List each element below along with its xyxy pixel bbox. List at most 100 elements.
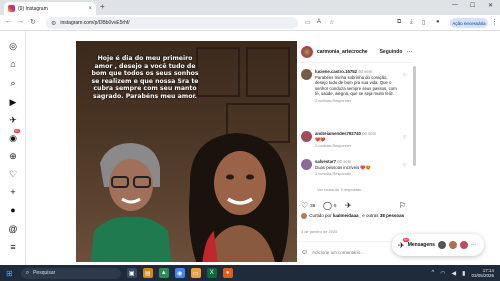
comment-username[interactable]: salvestar7 [315, 159, 336, 164]
author-username[interactable]: carmonia_artecroche [317, 49, 368, 55]
liker-username[interactable]: lualmeidaaa_ [333, 213, 361, 218]
site-info-icon[interactable]: ⚙ [51, 20, 56, 27]
firefox-icon[interactable]: ● [222, 268, 233, 278]
forward-arrow-icon[interactable]: → [17, 18, 24, 25]
comment-meta[interactable]: 2 curtidas Responder [315, 99, 399, 105]
window-minimize-button[interactable]: — [452, 2, 458, 8]
bookmark-star-icon[interactable]: ☆ [329, 19, 334, 26]
instagram-logo-icon[interactable]: ◎ [8, 41, 18, 51]
post-options-icon[interactable]: ··· [406, 49, 412, 55]
more-conversations-icon: ··· [470, 242, 476, 248]
emoji-icon[interactable]: ☺ [301, 249, 308, 256]
comments-list: luciene.castro.16752 60 sem Parabéns min… [297, 65, 409, 215]
comment-action[interactable]: ◯ 5 [323, 201, 336, 210]
comment-item: luciene.castro.16752 60 sem Parabéns min… [301, 69, 407, 129]
comment-text: Parabéns minha sobrinha do coração, dese… [315, 74, 397, 97]
explore-icon[interactable]: ◉ [8, 133, 18, 143]
like-action[interactable]: ♡ 39 [301, 201, 315, 210]
system-tray: ^ ◠ ◀ ▮ 17:14 03/05/2026 [431, 268, 494, 279]
chrome-icon[interactable]: ◉ [174, 268, 185, 278]
profile-avatar-icon[interactable]: ● [8, 205, 18, 215]
commenter-avatar[interactable] [301, 131, 312, 142]
taskbar-search-label: Pesquisar [33, 270, 56, 276]
back-arrow-icon[interactable]: ← [5, 18, 12, 25]
create-plus-icon[interactable]: + [8, 187, 18, 197]
comment-input[interactable] [312, 249, 393, 255]
warning-app-icon[interactable]: ▲ [158, 268, 169, 278]
windows-start-icon[interactable]: ⊞ [6, 269, 13, 278]
messages-count-badge: 9+ [403, 237, 409, 242]
liker-avatar [301, 213, 307, 219]
heart-icon[interactable]: ♡ [301, 201, 308, 210]
compass-icon[interactable]: ⊕ [8, 151, 18, 161]
view-replies-link[interactable]: Ver todas as 3 respostas [317, 187, 361, 192]
comment-item: salvestar7 60 sem Duas pessoas incríveis… [301, 159, 407, 185]
like-comment-heart-icon[interactable]: ♡ [403, 163, 407, 169]
comment-time: 60 sem [337, 159, 352, 164]
task-view-icon[interactable]: ▣ [126, 268, 137, 278]
post-photo[interactable]: Hoje é dia do meu primeiro amor , desejo… [76, 41, 297, 262]
browser-menu-icon[interactable]: ⋮ [491, 18, 498, 26]
file-explorer-icon[interactable]: ▤ [142, 268, 153, 278]
volume-icon[interactable]: ◀ [452, 270, 457, 277]
notifications-heart-icon[interactable]: ♡ [8, 169, 18, 179]
comment-username[interactable]: andreiamendes792740 [315, 131, 361, 136]
browser-tab-instagram[interactable]: (9) Instagram × [4, 2, 96, 15]
comment-bubble-icon[interactable]: ◯ [323, 201, 332, 210]
update-required-button[interactable]: Ação necessária [450, 18, 488, 28]
browser-toolbar: ← → ↻ ⚙ instagram.com/p/DBb0vvE5rhf/ ▭ A… [0, 15, 500, 31]
sidepanel-icon[interactable]: ▯ [422, 19, 425, 26]
commenter-avatar[interactable] [301, 159, 312, 170]
author-avatar[interactable] [301, 45, 313, 58]
extensions-icon[interactable]: ⧉ [397, 19, 401, 26]
menu-hamburger-icon[interactable]: ≡ [8, 242, 18, 252]
comment-meta[interactable]: 2 curtidas Responder [315, 172, 399, 178]
following-button[interactable]: Seguindo [380, 49, 403, 55]
comment-meta[interactable]: 2 curtidas Responder [315, 144, 399, 150]
reload-icon[interactable]: ↻ [30, 18, 36, 26]
chevron-up-icon[interactable]: ^ [431, 270, 434, 276]
like-comment-heart-icon[interactable]: ♡ [403, 73, 407, 79]
like-comment-heart-icon[interactable]: ♡ [403, 135, 407, 141]
folder-icon[interactable]: ▭ [190, 268, 201, 278]
comment-item: andreiamendes792740 60 sem ❤️❤️ 2 curtid… [301, 131, 407, 157]
new-tab-button[interactable]: + [100, 2, 105, 11]
messages-icon[interactable]: ✈ [8, 115, 18, 125]
wifi-icon[interactable]: ◠ [440, 270, 445, 277]
address-bar[interactable]: ⚙ instagram.com/p/DBb0vvE5rhf/ [46, 17, 298, 29]
comments-scrollbar[interactable] [413, 66, 416, 166]
window-maximize-button[interactable]: ☐ [470, 2, 475, 9]
url-text[interactable]: instagram.com/p/DBb0vvE5rhf/ [60, 20, 129, 26]
liked-by-prefix: Curtido por [309, 213, 333, 219]
other-likers-link[interactable]: 38 pessoas [380, 213, 404, 218]
spreadsheet-icon[interactable]: X [206, 268, 217, 278]
comment-username[interactable]: luciene.castro.16752 [315, 69, 357, 74]
door-panel [246, 47, 290, 97]
commenter-avatar[interactable] [301, 69, 312, 80]
home-icon[interactable]: ⌂ [8, 59, 18, 69]
door-panel [196, 47, 240, 97]
download-icon[interactable]: ⤓ [410, 19, 413, 26]
tab-title: (9) Instagram [18, 5, 48, 12]
search-icon[interactable]: ⌕ [8, 78, 18, 88]
cast-icon[interactable]: ▭ [305, 19, 311, 26]
tab-close-icon[interactable]: × [88, 6, 92, 12]
conversation-avatar [437, 241, 446, 249]
conversation-avatar [459, 241, 468, 249]
reels-icon[interactable]: ▶ [8, 97, 18, 107]
battery-icon[interactable]: ▮ [462, 270, 465, 277]
browser-tab-strip: (9) Instagram × + — ☐ ✕ [0, 0, 500, 15]
comments-count: 5 [333, 203, 337, 208]
comment-time: 60 sem [358, 69, 373, 74]
share-icon[interactable]: ✈ [345, 201, 352, 210]
translate-icon[interactable]: A [317, 19, 321, 25]
liked-by-text: Curtido por lualmeidaaa_ e outras 38 pes… [301, 213, 409, 219]
messages-popup-button[interactable]: ✈ 9+ Mensagens ··· [392, 234, 484, 256]
threads-icon[interactable]: @ [8, 224, 18, 234]
post-actions: ♡ 39 ◯ 5 ✈ ⚐ [301, 201, 409, 213]
system-clock[interactable]: 17:14 03/05/2026 [471, 268, 494, 279]
window-close-button[interactable]: ✕ [488, 2, 493, 9]
taskbar-search[interactable]: ⌕ Pesquisar [20, 267, 121, 279]
profile-avatar-icon[interactable]: ● [436, 19, 440, 25]
save-bookmark-icon[interactable]: ⚐ [399, 201, 406, 210]
